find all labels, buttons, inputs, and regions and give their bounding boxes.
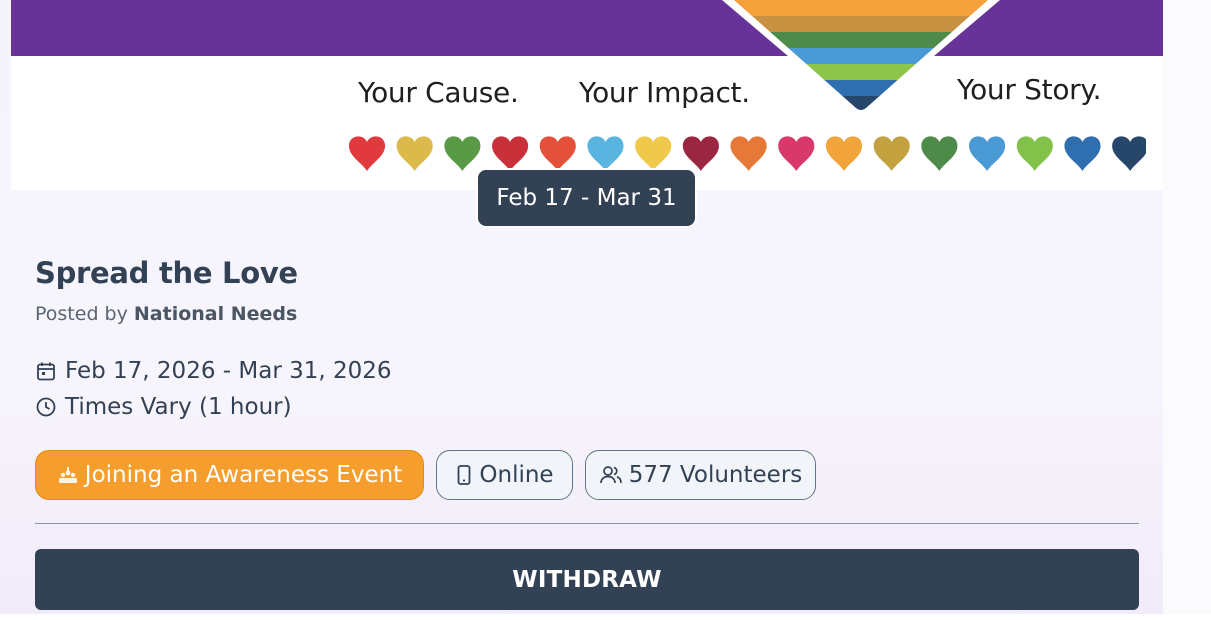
tagline-cause: Your Cause. (358, 76, 519, 109)
withdraw-button[interactable]: WITHDRAW (35, 549, 1139, 610)
heart-icon (396, 136, 433, 171)
page-background-strip (1163, 0, 1211, 620)
heart-icon (969, 136, 1006, 171)
location-tag[interactable]: Online (436, 450, 573, 500)
divider (35, 523, 1139, 524)
posted-by: Posted by National Needs (35, 303, 297, 325)
volunteers-tag-label: 577 Volunteers (628, 462, 803, 488)
event-date-row: Feb 17, 2026 - Mar 31, 2026 (35, 358, 392, 384)
heart-icon (539, 136, 576, 171)
organizer-name[interactable]: National Needs (134, 303, 297, 325)
phone-icon (457, 465, 471, 485)
users-icon (599, 466, 622, 484)
heart-icon (635, 136, 672, 171)
heart-icon (1064, 136, 1101, 171)
heart-icon (1112, 136, 1146, 171)
volunteers-tag[interactable]: 577 Volunteers (585, 450, 816, 500)
heart-icon (444, 136, 481, 171)
location-tag-label: Online (479, 462, 554, 488)
heart-icon (682, 136, 719, 171)
event-banner-image: Your Cause. Your Impact. Your Story. (11, 0, 1163, 190)
heart-icon (1016, 136, 1053, 171)
event-time-row: Times Vary (1 hour) (35, 394, 292, 420)
heart-stripe (734, 0, 988, 17)
heart-icon (825, 136, 863, 171)
tagline-impact: Your Impact. (579, 76, 750, 109)
awareness-icon (58, 467, 77, 483)
heart-icon (730, 136, 767, 171)
clock-icon (36, 397, 56, 417)
category-tag-label: Joining an Awareness Event (84, 462, 403, 488)
event-date-text: Feb 17, 2026 - Mar 31, 2026 (65, 358, 392, 384)
date-range-badge: Feb 17 - Mar 31 (476, 168, 697, 228)
category-tag[interactable]: Joining an Awareness Event (35, 450, 424, 500)
event-time-text: Times Vary (1 hour) (65, 394, 292, 420)
heart-icon (348, 136, 386, 171)
heart-icon (873, 136, 910, 171)
event-title: Spread the Love (35, 256, 298, 290)
heart-icon (921, 136, 958, 171)
heart-stripe (734, 32, 988, 49)
heart-icon (587, 136, 624, 171)
bottom-edge (0, 614, 1211, 620)
heart-icon (778, 136, 815, 171)
heart-icon (492, 136, 529, 171)
hearts-row (348, 136, 1146, 171)
calendar-icon (37, 362, 55, 381)
posted-by-prefix: Posted by (35, 303, 134, 325)
tagline-story: Your Story. (957, 73, 1102, 106)
heart-stripe (734, 48, 988, 65)
